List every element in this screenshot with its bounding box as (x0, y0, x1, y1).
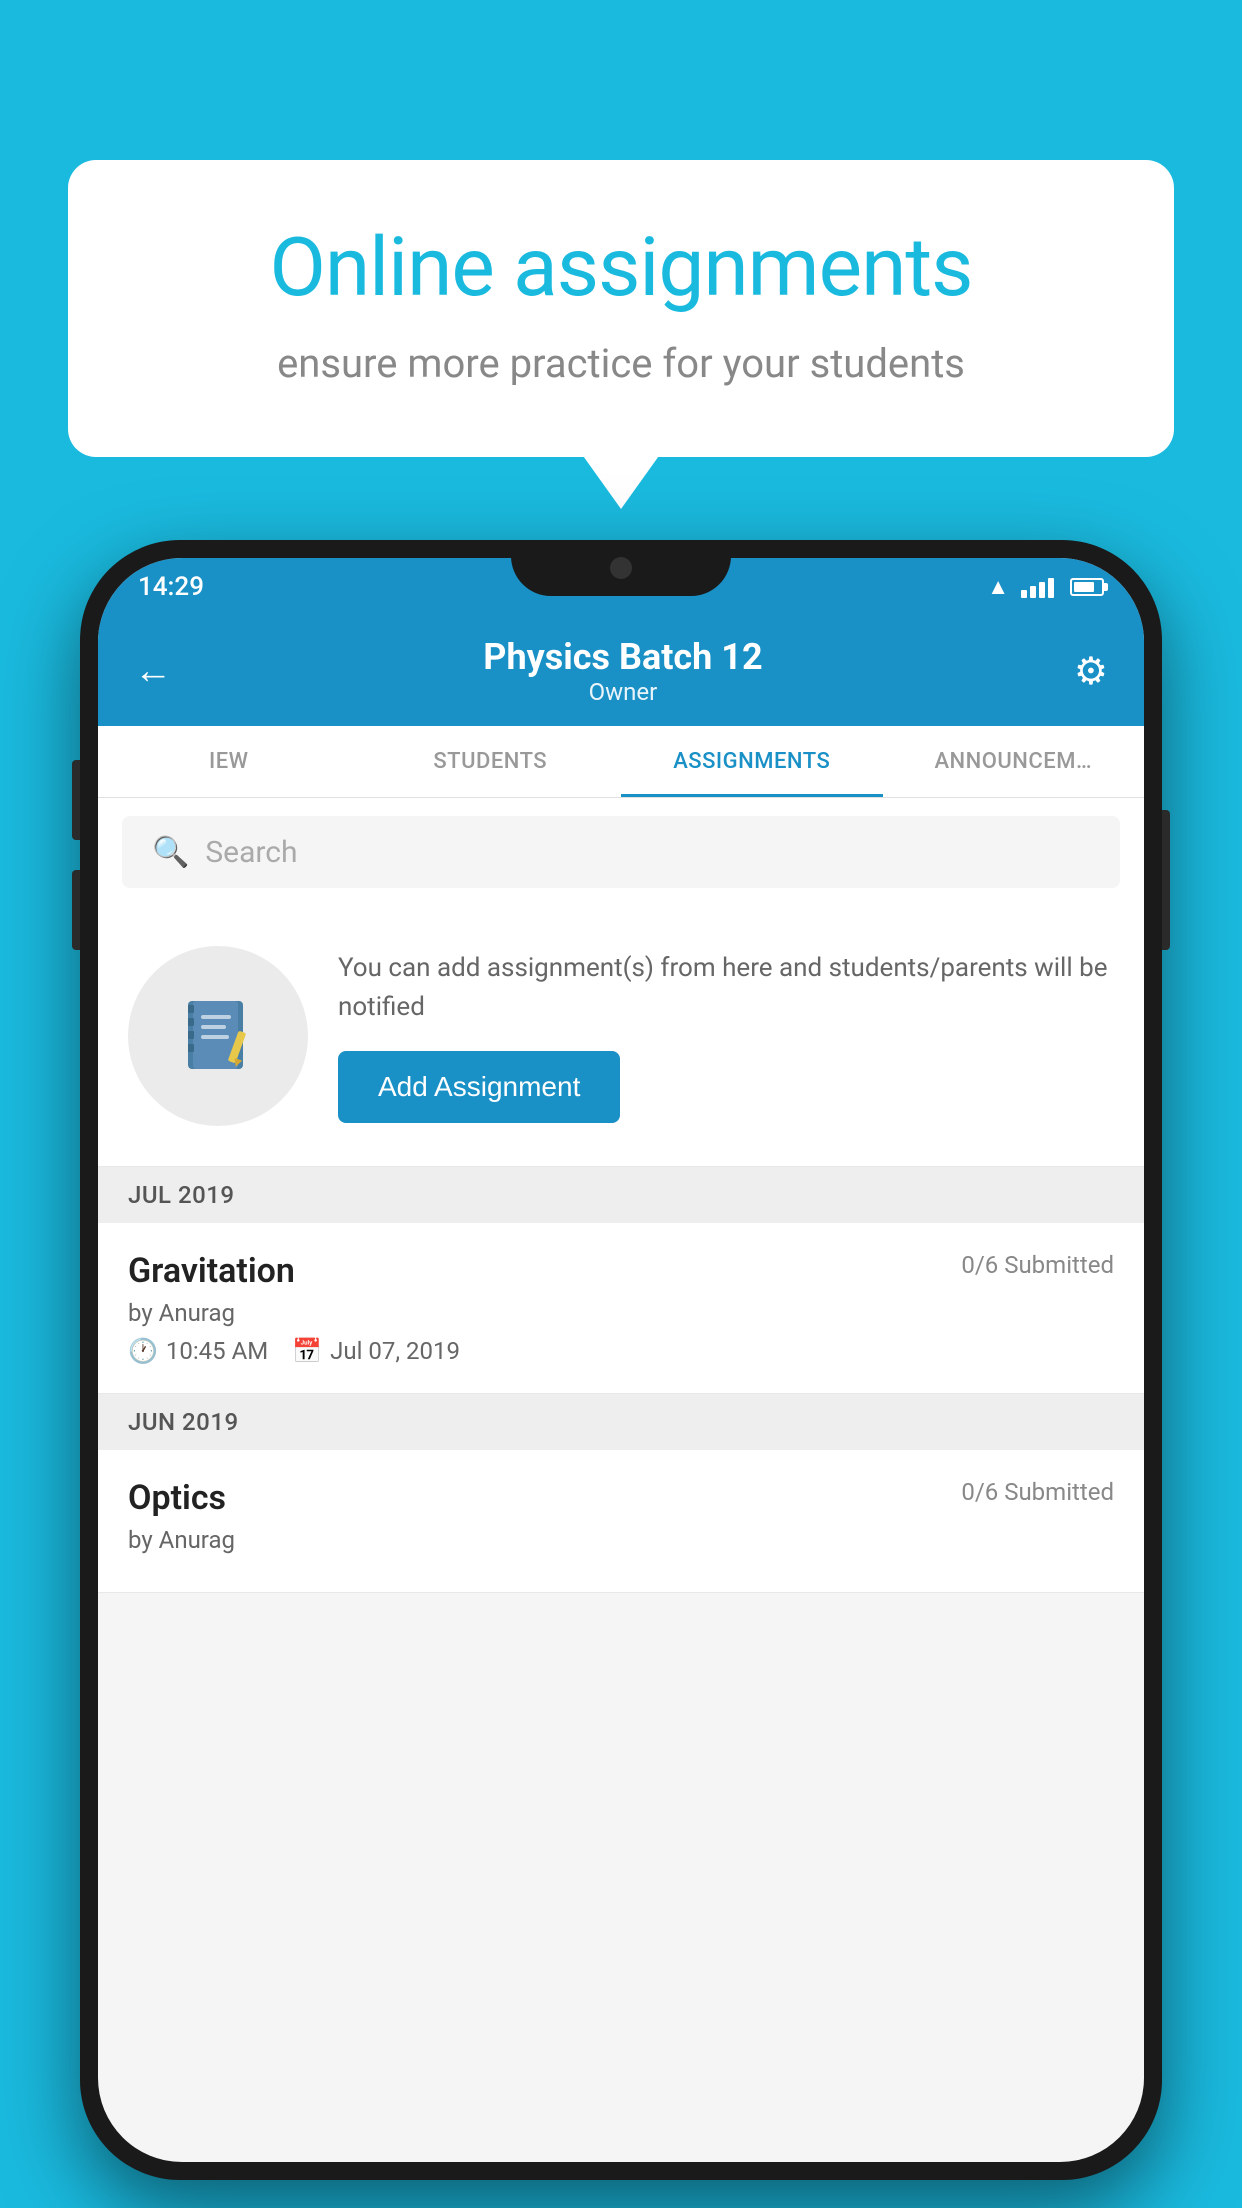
volume-down-button (72, 870, 80, 950)
assignment-time-gravitation: 🕐 10:45 AM (128, 1337, 268, 1365)
month-separator-jun2019: JUN 2019 (98, 1394, 1144, 1450)
search-placeholder-text: Search (205, 835, 297, 870)
promo-section: You can add assignment(s) from here and … (98, 906, 1144, 1167)
assignment-title-optics: Optics (128, 1478, 226, 1518)
power-button (1162, 810, 1170, 950)
signal-icon (1021, 576, 1054, 598)
assignment-submitted-optics: 0/6 Submitted (961, 1478, 1114, 1506)
speech-bubble-title: Online assignments (148, 220, 1094, 316)
phone-screen: 14:29 ▲ ← Physics Batch (98, 558, 1144, 2162)
promo-icon-circle (128, 946, 308, 1126)
tab-bar: IEW STUDENTS ASSIGNMENTS ANNOUNCEM… (98, 726, 1144, 798)
assignment-header-gravitation: Gravitation 0/6 Submitted (128, 1251, 1114, 1291)
header-center: Physics Batch 12 Owner (172, 636, 1074, 706)
assignment-submitted-gravitation: 0/6 Submitted (961, 1251, 1114, 1279)
month-separator-jul2019: JUL 2019 (98, 1167, 1144, 1223)
settings-icon[interactable]: ⚙ (1074, 649, 1108, 694)
status-time: 14:29 (138, 572, 204, 602)
promo-content: You can add assignment(s) from here and … (338, 949, 1114, 1123)
assignment-date-gravitation: 📅 Jul 07, 2019 (292, 1337, 460, 1365)
header-title: Physics Batch 12 (172, 636, 1074, 678)
promo-text: You can add assignment(s) from here and … (338, 949, 1114, 1027)
assignment-item-optics[interactable]: Optics 0/6 Submitted by Anurag (98, 1450, 1144, 1593)
app-header: ← Physics Batch 12 Owner ⚙ (98, 616, 1144, 726)
clock-icon: 🕐 (128, 1337, 158, 1365)
volume-up-button (72, 760, 80, 840)
camera-dot (610, 557, 632, 579)
assignment-by-gravitation: by Anurag (128, 1299, 1114, 1327)
battery-icon (1070, 578, 1104, 596)
tab-iew[interactable]: IEW (98, 726, 360, 797)
assignment-meta-gravitation: 🕐 10:45 AM 📅 Jul 07, 2019 (128, 1337, 1114, 1365)
tab-students[interactable]: STUDENTS (360, 726, 622, 797)
back-button[interactable]: ← (134, 649, 172, 693)
tab-announcements[interactable]: ANNOUNCEM… (883, 726, 1145, 797)
speech-bubble-subtitle: ensure more practice for your students (148, 340, 1094, 387)
search-input-wrapper[interactable]: 🔍 Search (122, 816, 1120, 888)
phone-frame: 14:29 ▲ ← Physics Batch (80, 540, 1162, 2180)
notebook-icon (173, 991, 263, 1081)
speech-bubble-container: Online assignments ensure more practice … (68, 160, 1174, 457)
speech-bubble: Online assignments ensure more practice … (68, 160, 1174, 457)
phone-notch (511, 540, 731, 596)
search-container: 🔍 Search (98, 798, 1144, 906)
assignment-header-optics: Optics 0/6 Submitted (128, 1478, 1114, 1518)
header-subtitle: Owner (172, 678, 1074, 706)
assignment-item-gravitation[interactable]: Gravitation 0/6 Submitted by Anurag 🕐 10… (98, 1223, 1144, 1394)
assignment-by-optics: by Anurag (128, 1526, 1114, 1554)
status-icons: ▲ (987, 574, 1104, 600)
search-icon: 🔍 (152, 835, 189, 870)
assignment-title-gravitation: Gravitation (128, 1251, 295, 1291)
wifi-icon: ▲ (987, 574, 1009, 600)
calendar-icon: 📅 (292, 1337, 322, 1365)
tab-assignments[interactable]: ASSIGNMENTS (621, 726, 883, 797)
add-assignment-button[interactable]: Add Assignment (338, 1051, 620, 1123)
